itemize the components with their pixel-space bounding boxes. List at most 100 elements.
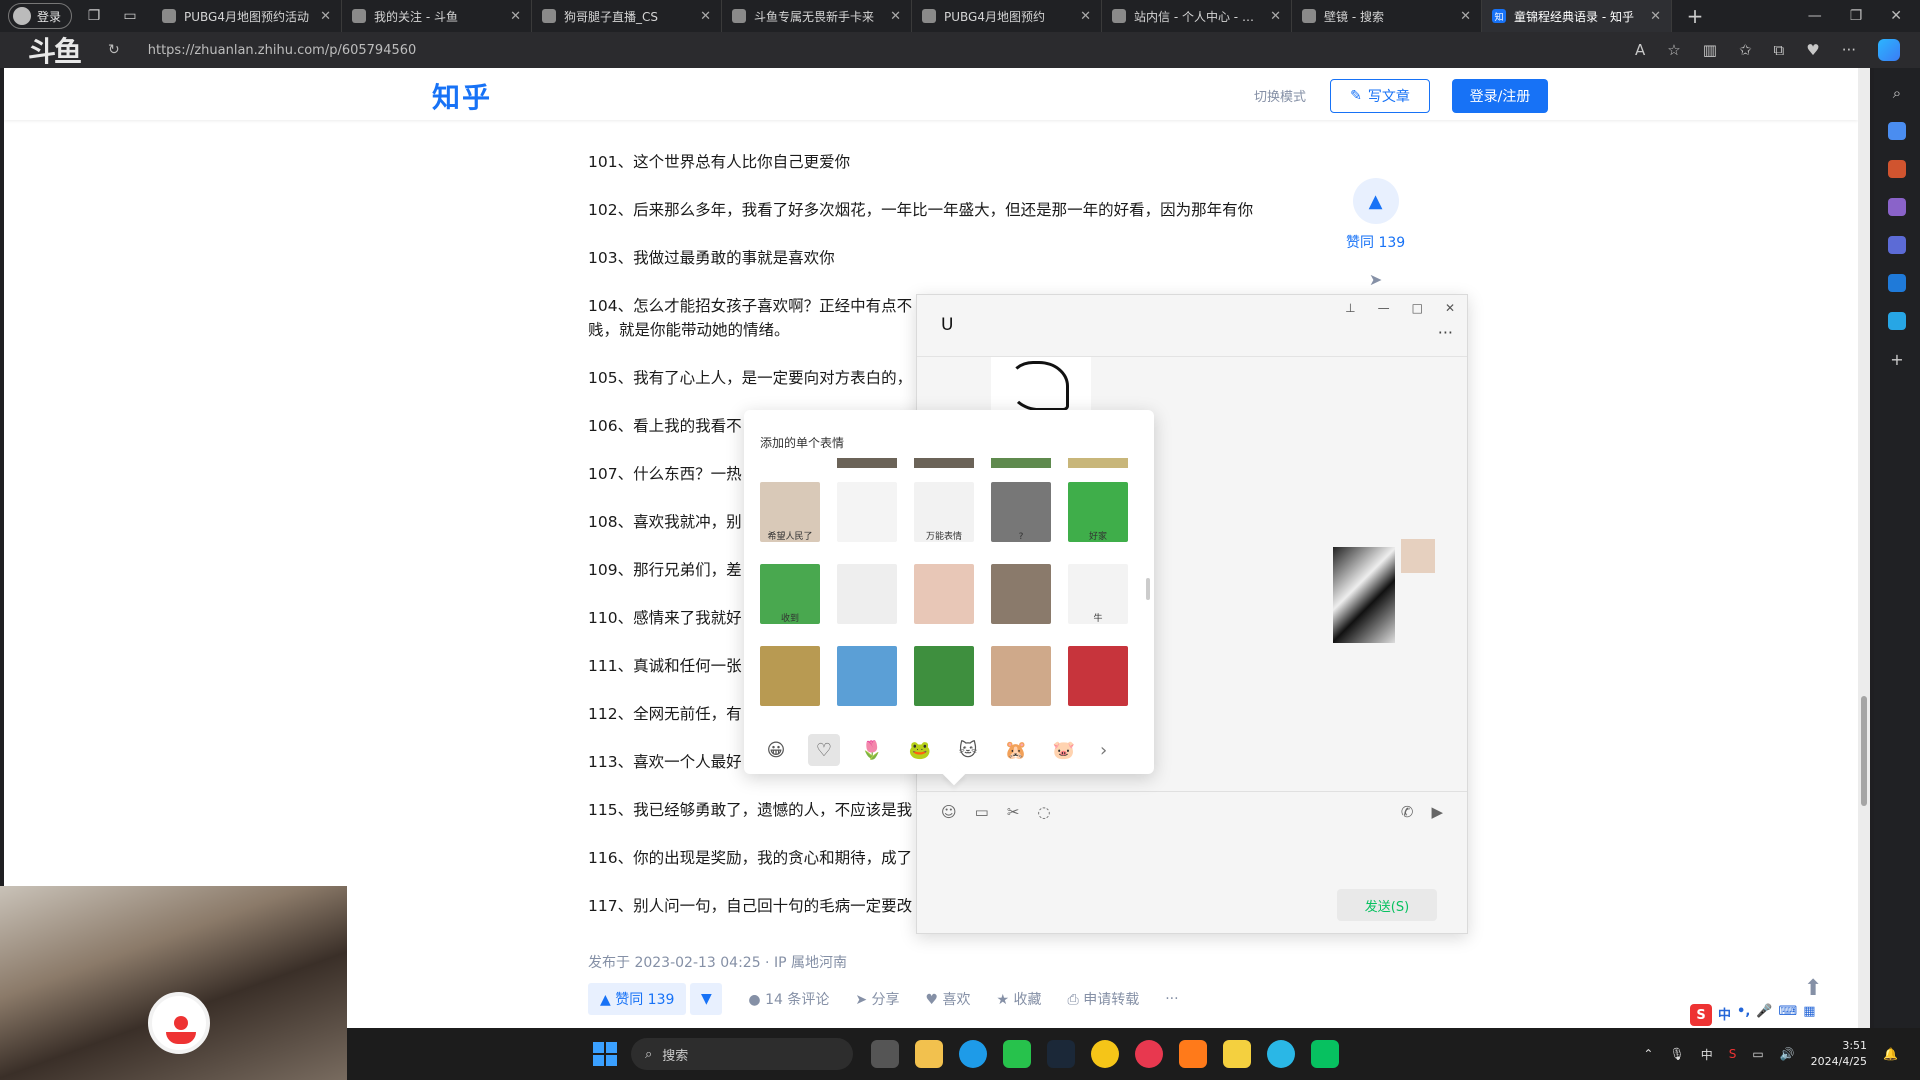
iqiyi-icon[interactable]: [1003, 1040, 1031, 1068]
more-actions-button[interactable]: ···: [1165, 991, 1178, 1007]
sticker-tab-pack-1-icon[interactable]: 🌷: [856, 734, 888, 766]
ime-punctuation-icon[interactable]: •,: [1737, 1004, 1750, 1026]
sticker[interactable]: [1068, 646, 1128, 706]
browser-tab[interactable]: 壁镜 - 搜索 ✕: [1292, 0, 1483, 32]
tab-close-icon[interactable]: ✕: [890, 9, 901, 24]
collect-button[interactable]: ★ 收藏: [997, 989, 1042, 1009]
sticker-tab-pack-2-icon[interactable]: 🐸: [904, 734, 936, 766]
favorites-icon[interactable]: ✩: [1739, 41, 1752, 59]
chat-minimize-icon[interactable]: —: [1378, 301, 1390, 315]
sidebar-search-icon[interactable]: ⌕: [1893, 84, 1901, 102]
sticker[interactable]: 牛: [1068, 564, 1128, 624]
tab-close-icon[interactable]: ✕: [1650, 9, 1661, 24]
sticker[interactable]: [914, 646, 974, 706]
profile-button[interactable]: 登录: [8, 3, 73, 29]
chat-close-icon[interactable]: ✕: [1445, 301, 1455, 315]
network-icon[interactable]: ▭: [1752, 1047, 1763, 1061]
browser-tab[interactable]: PUBG4月地图预约活动 ✕: [152, 0, 343, 32]
ime-voice-icon[interactable]: 🎤: [1756, 1004, 1772, 1026]
scissors-icon[interactable]: ✂: [1007, 803, 1020, 821]
upvote-button[interactable]: ▲ 赞同 139: [588, 983, 687, 1015]
send-button[interactable]: 发送(S): [1337, 889, 1437, 921]
favorite-star-icon[interactable]: ☆: [1667, 41, 1680, 59]
netease-music-icon[interactable]: [1135, 1040, 1163, 1068]
tab-close-icon[interactable]: ✕: [1270, 9, 1281, 24]
ime-keyboard-icon[interactable]: ⌨: [1778, 1004, 1797, 1026]
taskbar-search[interactable]: ⌕ 搜索: [631, 1038, 853, 1070]
write-article-button[interactable]: ✎ 写文章: [1330, 79, 1430, 113]
browser-essentials-icon[interactable]: ♥: [1806, 41, 1819, 59]
sticker[interactable]: 好家: [1068, 482, 1128, 542]
chat-maximize-icon[interactable]: □: [1412, 301, 1423, 315]
sticker[interactable]: [837, 646, 897, 706]
reprint-button[interactable]: ⎙ 申请转载: [1068, 989, 1140, 1009]
sidebar-shopping-icon[interactable]: [1888, 122, 1906, 140]
sticker-message[interactable]: [991, 357, 1091, 411]
pin-icon[interactable]: ⊥: [1345, 301, 1355, 315]
sticker-tabs-next-icon[interactable]: ›: [1100, 740, 1107, 761]
login-register-button[interactable]: 登录/注册: [1452, 79, 1548, 113]
sidebar-copilot-icon[interactable]: [1888, 236, 1906, 254]
tab-close-icon[interactable]: ✕: [320, 9, 331, 24]
new-tab-button[interactable]: +: [1682, 4, 1708, 28]
avatar[interactable]: [1401, 539, 1435, 573]
downvote-button[interactable]: ▼: [690, 983, 723, 1015]
browser-tab[interactable]: 知童锦程经典语录 - 知乎 ✕: [1482, 0, 1673, 32]
settings-more-icon[interactable]: ···: [1842, 41, 1856, 59]
maximize-icon[interactable]: ❐: [1850, 8, 1863, 24]
sticker-tab-emoji-icon[interactable]: 😀: [760, 734, 792, 766]
browser-tab[interactable]: 站内信 - 个人中心 - 斗鱼 ✕: [1102, 0, 1293, 32]
sticker-tab-favorites-icon[interactable]: ♡: [808, 734, 840, 766]
workspaces-icon[interactable]: ❐: [80, 2, 108, 30]
comments-button[interactable]: ● 14 条评论: [748, 989, 829, 1009]
steam-icon[interactable]: [1047, 1040, 1075, 1068]
sticker[interactable]: [1068, 458, 1128, 468]
sidebar-outlook-icon[interactable]: [1888, 274, 1906, 292]
sticker[interactable]: [760, 458, 820, 468]
browser-tab[interactable]: PUBG4月地图预约 ✕: [912, 0, 1103, 32]
sticker[interactable]: [837, 458, 897, 468]
sticker-scrollbar[interactable]: [1146, 578, 1150, 600]
ime-language[interactable]: 中: [1718, 1004, 1731, 1026]
split-screen-icon[interactable]: ▥: [1703, 41, 1717, 59]
clock[interactable]: 3:51 2024/4/25: [1811, 1038, 1867, 1070]
tab-close-icon[interactable]: ✕: [1460, 9, 1471, 24]
upvote-arrow-icon[interactable]: ▲: [1352, 178, 1399, 224]
read-aloud-icon[interactable]: A: [1635, 41, 1645, 59]
browser-tab[interactable]: 斗鱼专属无畏新手卡来 ✕: [722, 0, 913, 32]
sticker[interactable]: ?: [991, 482, 1051, 542]
sticker-tab-pack-3-icon[interactable]: 🐱: [952, 734, 984, 766]
sticker[interactable]: 希望人民了: [760, 482, 820, 542]
edge-icon[interactable]: [959, 1040, 987, 1068]
sticker[interactable]: [760, 646, 820, 706]
douyu-app-icon[interactable]: [1179, 1040, 1207, 1068]
notification-bell-icon[interactable]: 🔔: [1883, 1047, 1898, 1061]
sticker[interactable]: [837, 482, 897, 542]
collections-icon[interactable]: ⧉: [1774, 41, 1785, 59]
back-to-top-icon[interactable]: ⬆: [1804, 976, 1822, 1001]
reload-icon[interactable]: ↻: [108, 42, 120, 58]
sticker-tab-pack-4-icon[interactable]: 🐹: [1000, 734, 1032, 766]
file-explorer-icon[interactable]: [915, 1040, 943, 1068]
sidebar-tools-icon[interactable]: [1888, 160, 1906, 178]
sticker[interactable]: 万能表情: [914, 482, 974, 542]
url-field[interactable]: https://zhuanlan.zhihu.com/p/605794560: [148, 43, 417, 58]
sticker[interactable]: [914, 564, 974, 624]
folder-icon[interactable]: ▭: [975, 803, 989, 821]
scrollbar-thumb[interactable]: [1861, 696, 1867, 806]
sticker[interactable]: [991, 646, 1051, 706]
tray-ime-language[interactable]: 中: [1701, 1046, 1713, 1063]
tab-close-icon[interactable]: ✕: [510, 9, 521, 24]
emoji-icon[interactable]: ☺: [941, 803, 957, 821]
sticker[interactable]: [837, 564, 897, 624]
sogou-ime-icon[interactable]: S: [1690, 1004, 1712, 1026]
sidebar-games-icon[interactable]: [1888, 198, 1906, 216]
teamspeak-icon[interactable]: [1267, 1040, 1295, 1068]
task-view-icon[interactable]: [871, 1040, 899, 1068]
share-button[interactable]: ➤ 分享: [855, 989, 899, 1009]
sticker-tab-pack-5-icon[interactable]: 🐷: [1048, 734, 1080, 766]
volume-icon[interactable]: 🔊: [1780, 1047, 1795, 1061]
sidebar-send-icon[interactable]: [1888, 312, 1906, 330]
sticker[interactable]: [914, 458, 974, 468]
windows-start-icon[interactable]: [593, 1042, 617, 1066]
